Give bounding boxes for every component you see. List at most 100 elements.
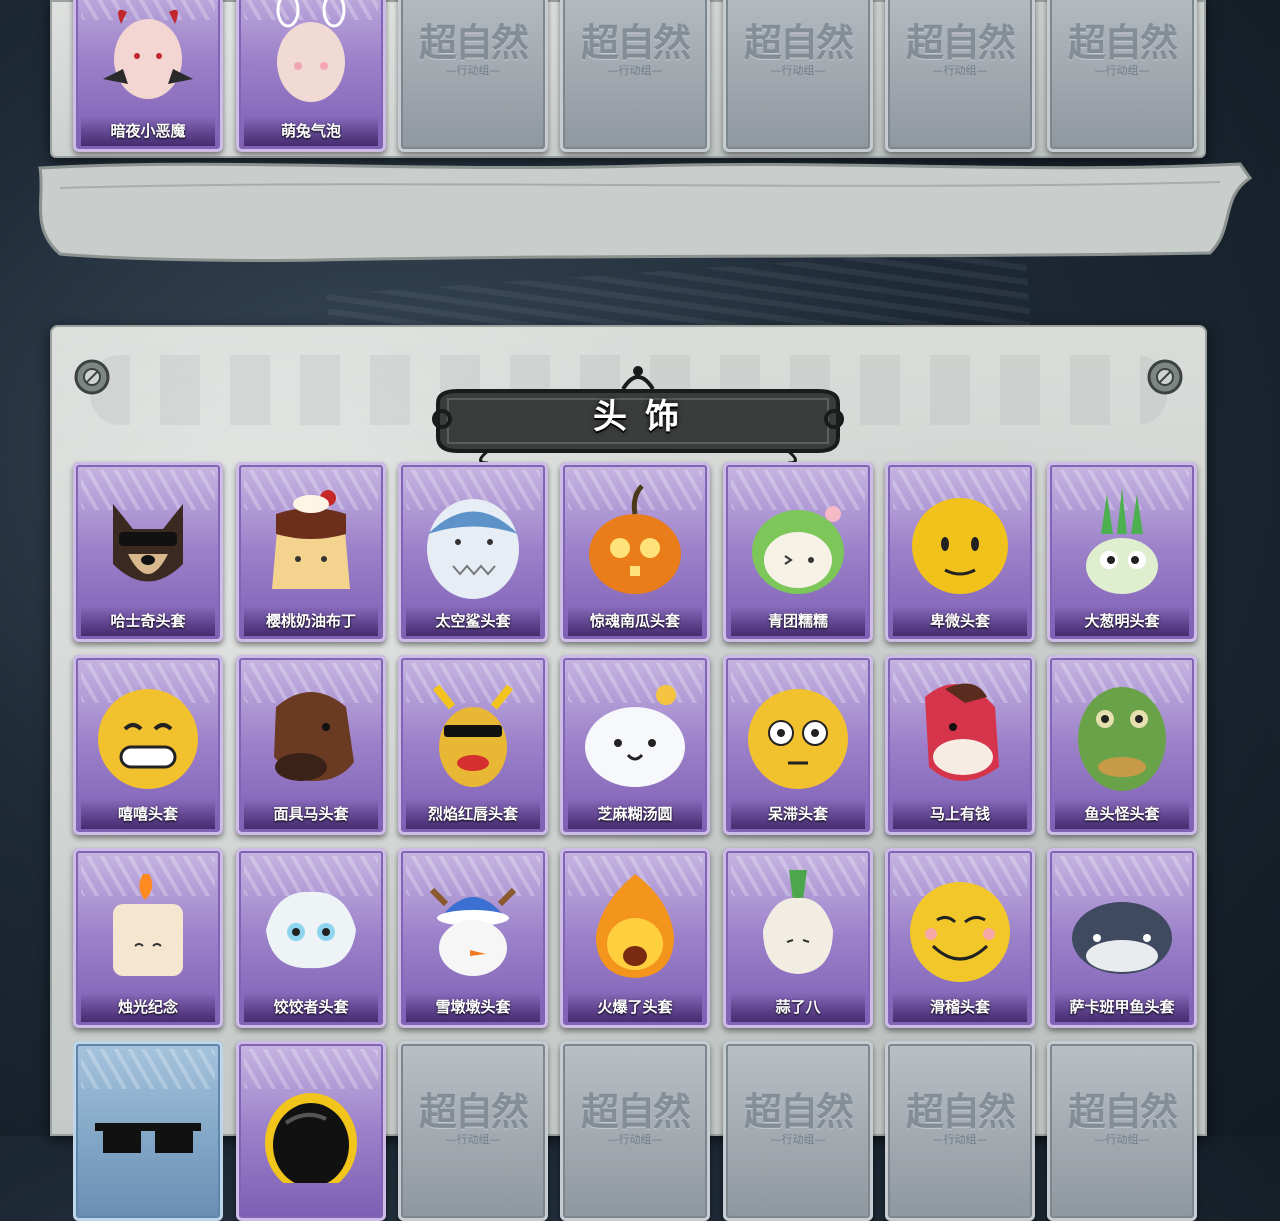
helmet-icon [265, 1093, 357, 1183]
card-name: 卑微头套 [893, 606, 1027, 636]
grin-emoji-icon [98, 689, 198, 789]
locked-watermark-sub: —行动组— [445, 1133, 501, 1146]
card-name: 太空鲨头套 [406, 606, 540, 636]
locked-headwear-card[interactable]: 超自然 —行动组— [1047, 0, 1197, 152]
headwear-card[interactable]: 呆滞头套 [723, 655, 873, 835]
locked-headwear-card[interactable]: 超自然 —行动组— [723, 1041, 873, 1221]
card-name: 滑稽头套 [893, 992, 1027, 1022]
card-name: 萨卡班甲鱼头套 [1055, 992, 1189, 1022]
pumpkin-icon [589, 484, 681, 594]
card-name: 雪墩墩头套 [406, 992, 540, 1022]
green-dumpling-icon [752, 506, 844, 594]
headwear-card[interactable]: 青团糯糯 [723, 462, 873, 642]
locked-watermark: 超自然 [580, 1089, 691, 1134]
locked-watermark-sub: —行动组— [1094, 64, 1150, 77]
section-title: 头饰 [593, 397, 697, 437]
card-name: 鱼头怪头套 [1055, 799, 1189, 829]
red-horse-icon [925, 683, 999, 781]
headwear-card[interactable]: 面具马头套 [236, 655, 386, 835]
locked-watermark-sub: —行动组— [932, 64, 988, 77]
headwear-card[interactable]: 暗夜小恶魔 [73, 0, 223, 152]
locked-watermark-sub: —行动组— [770, 1133, 826, 1146]
card-name: 芝麻糊汤圆 [568, 799, 702, 829]
locked-watermark-sub: —行动组— [607, 64, 663, 77]
pin-icon [1147, 359, 1183, 395]
garlic-icon [763, 870, 833, 974]
card-name: 大葱明头套 [1055, 606, 1189, 636]
headwear-card[interactable]: 蒜了八 [723, 848, 873, 1028]
headwear-card[interactable]: 樱桃奶油布丁 [236, 462, 386, 642]
locked-headwear-card[interactable]: 超自然 —行动组— [885, 0, 1035, 152]
tangyuan-icon [585, 685, 685, 787]
sacabambaspis-icon [1072, 902, 1172, 974]
locked-watermark: 超自然 [1067, 1089, 1178, 1134]
devil-head-icon [103, 9, 193, 99]
headwear-card[interactable]: 火爆了头套 [560, 848, 710, 1028]
scallion-icon [1086, 488, 1158, 594]
headwear-card[interactable]: 嘻嘻头套 [73, 655, 223, 835]
headwear-card[interactable] [73, 1041, 223, 1221]
locked-headwear-card[interactable]: 超自然 —行动组— [1047, 1041, 1197, 1221]
husky-icon [113, 504, 183, 582]
section-title-banner: 头饰 [428, 355, 848, 465]
headwear-card[interactable]: 惊魂南瓜头套 [560, 462, 710, 642]
card-name: 暗夜小恶魔 [81, 116, 215, 146]
card-name: 樱桃奶油布丁 [244, 606, 378, 636]
horse-mask-icon [274, 692, 354, 781]
headwear-card[interactable]: 烈焰红唇头套 [398, 655, 548, 835]
card-name: 马上有钱 [893, 799, 1027, 829]
locked-watermark-sub: —行动组— [932, 1133, 988, 1146]
pin-icon [74, 359, 110, 395]
locked-watermark: 超自然 [905, 1089, 1016, 1134]
candle-icon [113, 874, 183, 976]
card-name: 面具马头套 [244, 799, 378, 829]
locked-headwear-card[interactable]: 超自然 —行动组— [398, 1041, 548, 1221]
dumpling-icon [266, 891, 356, 969]
locked-watermark-sub: —行动组— [770, 64, 826, 77]
locked-watermark-sub: —行动组— [445, 64, 501, 77]
headwear-card[interactable]: 雪墩墩头套 [398, 848, 548, 1028]
headwear-card[interactable] [236, 1041, 386, 1221]
locked-watermark: 超自然 [418, 1089, 529, 1134]
locked-headwear-card[interactable]: 超自然 —行动组— [560, 0, 710, 152]
locked-watermark: 超自然 [905, 20, 1016, 65]
pixel-sunglasses-icon [95, 1123, 201, 1153]
red-lips-icon [432, 684, 514, 787]
card-name: 饺饺者头套 [244, 992, 378, 1022]
locked-headwear-card[interactable]: 超自然 —行动组— [398, 0, 548, 152]
headwear-card[interactable]: 芝麻糊汤圆 [560, 655, 710, 835]
headwear-card[interactable]: 萌兔气泡 [236, 0, 386, 152]
card-name: 惊魂南瓜头套 [568, 606, 702, 636]
locked-watermark: 超自然 [418, 20, 529, 65]
locked-watermark-sub: —行动组— [607, 1133, 663, 1146]
locked-headwear-card[interactable]: 超自然 —行动组— [885, 1041, 1035, 1221]
headwear-card[interactable]: 饺饺者头套 [236, 848, 386, 1028]
locked-watermark-sub: —行动组— [1094, 1133, 1150, 1146]
headwear-card[interactable]: 鱼头怪头套 [1047, 655, 1197, 835]
snowman-icon [429, 887, 517, 976]
locked-watermark: 超自然 [1067, 20, 1178, 65]
headwear-card[interactable]: 卑微头套 [885, 462, 1035, 642]
humble-emoji-icon [912, 498, 1008, 594]
card-name: 烛光纪念 [81, 992, 215, 1022]
fireball-icon [596, 874, 674, 978]
headwear-card[interactable]: 滑稽头套 [885, 848, 1035, 1028]
locked-watermark: 超自然 [580, 20, 691, 65]
card-name: 青团糯糯 [731, 606, 865, 636]
headwear-card[interactable]: 大葱明头套 [1047, 462, 1197, 642]
card-name: 萌兔气泡 [244, 116, 378, 146]
headwear-card[interactable]: 萨卡班甲鱼头套 [1047, 848, 1197, 1028]
locked-headwear-card[interactable]: 超自然 —行动组— [560, 1041, 710, 1221]
card-name: 烈焰红唇头套 [406, 799, 540, 829]
card-name: 嘻嘻头套 [81, 799, 215, 829]
bunny-bubble-head-icon [276, 0, 346, 102]
card-name: 蒜了八 [731, 992, 865, 1022]
locked-headwear-card[interactable]: 超自然 —行动组— [723, 0, 873, 152]
headwear-card[interactable]: 哈士奇头套 [73, 462, 223, 642]
headwear-card[interactable]: 马上有钱 [885, 655, 1035, 835]
fish-head-icon [1078, 687, 1166, 791]
scroll-divider [38, 162, 1253, 263]
headwear-card[interactable]: 烛光纪念 [73, 848, 223, 1028]
headwear-card[interactable]: 太空鲨头套 [398, 462, 548, 642]
locked-watermark: 超自然 [743, 20, 854, 65]
